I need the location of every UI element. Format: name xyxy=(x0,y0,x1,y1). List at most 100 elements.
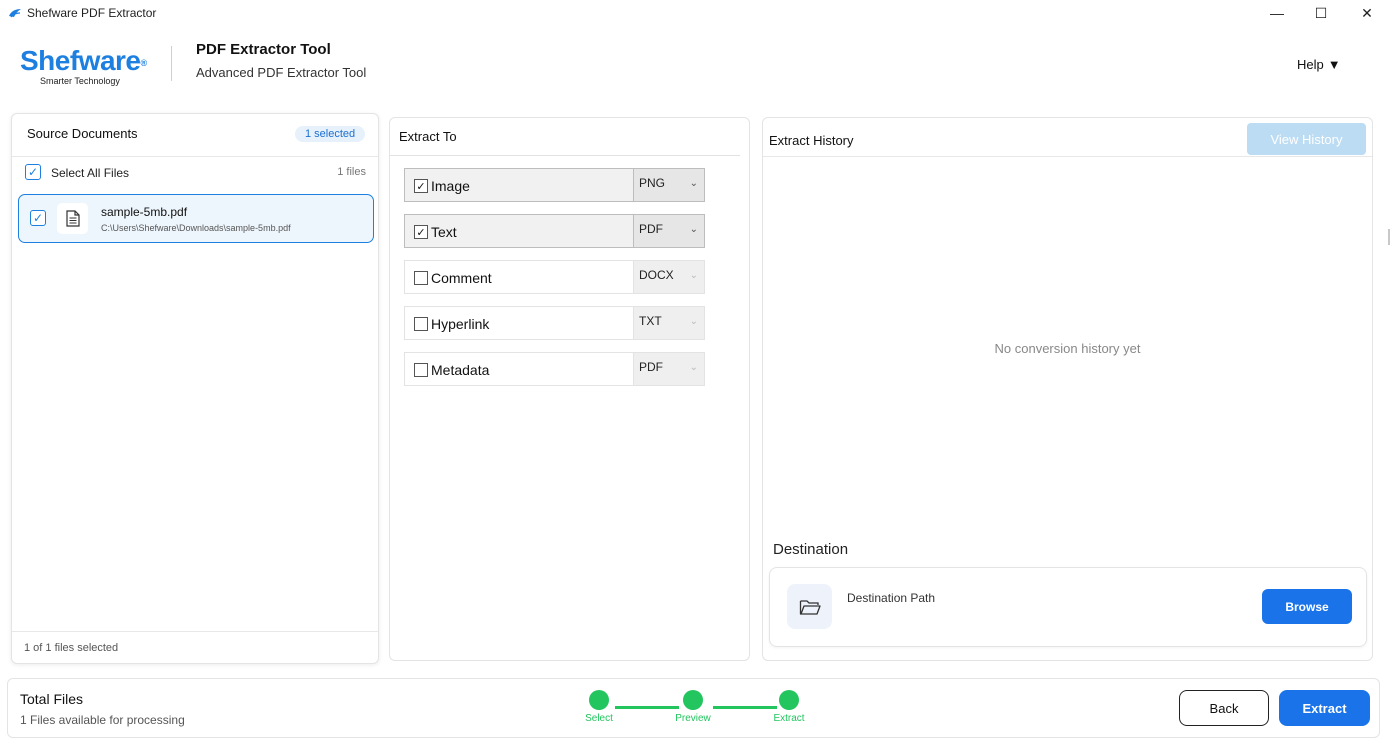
option-text-format-select[interactable]: PDF ⌄ xyxy=(633,214,705,248)
option-image-toggle[interactable]: ✓ Image xyxy=(404,168,633,202)
option-comment-format-select[interactable]: DOCX ⌄ xyxy=(633,260,705,294)
check-icon: ✓ xyxy=(32,211,44,225)
chevron-down-icon: ⌄ xyxy=(689,270,698,281)
option-hyperlink[interactable]: Hyperlink TXT ⌄ xyxy=(404,306,705,340)
maximize-button[interactable]: ☐ xyxy=(1298,0,1344,26)
option-comment-label: Comment xyxy=(431,270,492,286)
browse-button[interactable]: Browse xyxy=(1262,589,1352,624)
history-header: Extract History View History xyxy=(763,118,1372,157)
total-files-title: Total Files xyxy=(20,691,84,707)
source-header: Source Documents 1 selected xyxy=(12,114,378,157)
option-text-label: Text xyxy=(431,224,457,240)
select-all-label: Select All Files xyxy=(51,166,130,180)
step-label: Preview xyxy=(675,713,711,724)
registered-mark: ® xyxy=(140,58,148,68)
minimize-icon: — xyxy=(1270,5,1284,21)
help-label: Help xyxy=(1297,57,1324,72)
option-hyperlink-format-select[interactable]: TXT ⌄ xyxy=(633,306,705,340)
option-metadata-checkbox[interactable] xyxy=(414,363,428,377)
option-metadata-label: Metadata xyxy=(431,362,490,378)
empty-history-message: No conversion history yet xyxy=(994,341,1141,356)
destination-path-label: Destination Path xyxy=(847,591,936,605)
tool-subtitle: Advanced PDF Extractor Tool xyxy=(196,65,367,80)
document-icon xyxy=(57,203,88,234)
step-label: Select xyxy=(585,713,613,724)
option-comment-toggle[interactable]: Comment xyxy=(404,260,633,294)
history-title: Extract History xyxy=(769,133,854,148)
format-value: DOCX xyxy=(639,268,674,282)
select-all-row[interactable]: ✓ Select All Files 1 files xyxy=(12,157,378,188)
tool-title: PDF Extractor Tool xyxy=(196,41,331,58)
minimize-button[interactable]: — xyxy=(1254,0,1300,26)
option-text[interactable]: ✓ Text PDF ⌄ xyxy=(404,214,705,248)
file-checkbox[interactable]: ✓ xyxy=(30,210,46,226)
destination-card: Destination Path Browse xyxy=(769,567,1367,647)
help-menu[interactable]: Help ▼ xyxy=(1297,57,1341,72)
format-value: PNG xyxy=(639,176,666,190)
step-select: Select xyxy=(569,690,629,724)
option-metadata[interactable]: Metadata PDF ⌄ xyxy=(404,352,705,386)
back-button[interactable]: Back xyxy=(1179,690,1269,726)
option-comment-checkbox[interactable] xyxy=(414,271,428,285)
check-icon: ✓ xyxy=(416,226,426,239)
extract-history-panel: Extract History View History No conversi… xyxy=(762,117,1373,661)
file-count: 1 files xyxy=(337,166,366,178)
destination-title: Destination xyxy=(773,541,849,558)
file-name: sample-5mb.pdf xyxy=(101,205,188,219)
chevron-down-icon: ⌄ xyxy=(689,362,698,373)
step-dot xyxy=(683,690,703,710)
header-divider xyxy=(171,46,172,81)
option-hyperlink-toggle[interactable]: Hyperlink xyxy=(404,306,633,340)
total-files-subtitle: 1 Files available for processing xyxy=(20,713,185,727)
close-icon: ✕ xyxy=(1361,4,1373,21)
format-value: TXT xyxy=(639,314,662,328)
step-dot xyxy=(589,690,609,710)
check-icon: ✓ xyxy=(27,165,39,179)
option-image[interactable]: ✓ Image PNG ⌄ xyxy=(404,168,705,202)
source-footer: 1 of 1 files selected xyxy=(12,631,378,663)
option-image-label: Image xyxy=(431,178,470,194)
selected-badge: 1 selected xyxy=(295,126,366,142)
chevron-down-icon: ⌄ xyxy=(689,316,698,327)
extract-to-panel: Extract To ✓ Image PNG ⌄ ✓ Text PDF ⌄ Co… xyxy=(389,117,750,661)
file-path: C:\Users\Shefware\Downloads\sample-5mb.p… xyxy=(101,223,291,233)
option-metadata-format-select[interactable]: PDF ⌄ xyxy=(633,352,705,386)
extract-header: Extract To xyxy=(390,118,740,156)
caret-down-icon: ▼ xyxy=(1327,57,1341,72)
extract-title: Extract To xyxy=(399,129,457,144)
option-text-checkbox[interactable]: ✓ xyxy=(414,225,428,239)
step-label: Extract xyxy=(773,713,805,724)
step-dot xyxy=(779,690,799,710)
option-comment[interactable]: Comment DOCX ⌄ xyxy=(404,260,705,294)
window-title: Shefware PDF Extractor xyxy=(27,6,157,20)
folder-icon xyxy=(787,584,832,629)
chevron-down-icon: ⌄ xyxy=(689,224,698,235)
option-metadata-toggle[interactable]: Metadata xyxy=(404,352,633,386)
format-value: PDF xyxy=(639,360,663,374)
extract-button[interactable]: Extract xyxy=(1279,690,1370,726)
files-selected-status: 1 of 1 files selected xyxy=(24,642,119,654)
chevron-down-icon: ⌄ xyxy=(689,178,698,189)
brand-name: Shefware xyxy=(20,45,141,76)
select-all-checkbox[interactable]: ✓ xyxy=(25,164,41,180)
step-extract: Extract xyxy=(759,690,819,724)
app-icon xyxy=(9,9,21,18)
brand-tagline: Smarter Technology xyxy=(40,76,120,86)
source-title: Source Documents xyxy=(27,126,138,141)
check-icon: ✓ xyxy=(416,180,426,193)
view-history-button[interactable]: View History xyxy=(1247,123,1366,155)
option-image-checkbox[interactable]: ✓ xyxy=(414,179,428,193)
step-preview: Preview xyxy=(663,690,723,724)
close-button[interactable]: ✕ xyxy=(1344,0,1390,26)
option-hyperlink-label: Hyperlink xyxy=(431,316,490,332)
file-item[interactable]: ✓ sample-5mb.pdf C:\Users\Shefware\Downl… xyxy=(18,194,374,243)
option-text-toggle[interactable]: ✓ Text xyxy=(404,214,633,248)
source-documents-panel: Source Documents 1 selected ✓ Select All… xyxy=(11,113,379,664)
title-bar: Shefware PDF Extractor — ☐ ✕ xyxy=(0,0,1391,26)
brand-logo: Shefware® Smarter Technology xyxy=(20,45,160,87)
app-header: Shefware® Smarter Technology PDF Extract… xyxy=(0,26,1391,106)
option-image-format-select[interactable]: PNG ⌄ xyxy=(633,168,705,202)
option-hyperlink-checkbox[interactable] xyxy=(414,317,428,331)
maximize-icon: ☐ xyxy=(1314,4,1328,21)
bottom-bar: Total Files 1 Files available for proces… xyxy=(7,678,1380,738)
